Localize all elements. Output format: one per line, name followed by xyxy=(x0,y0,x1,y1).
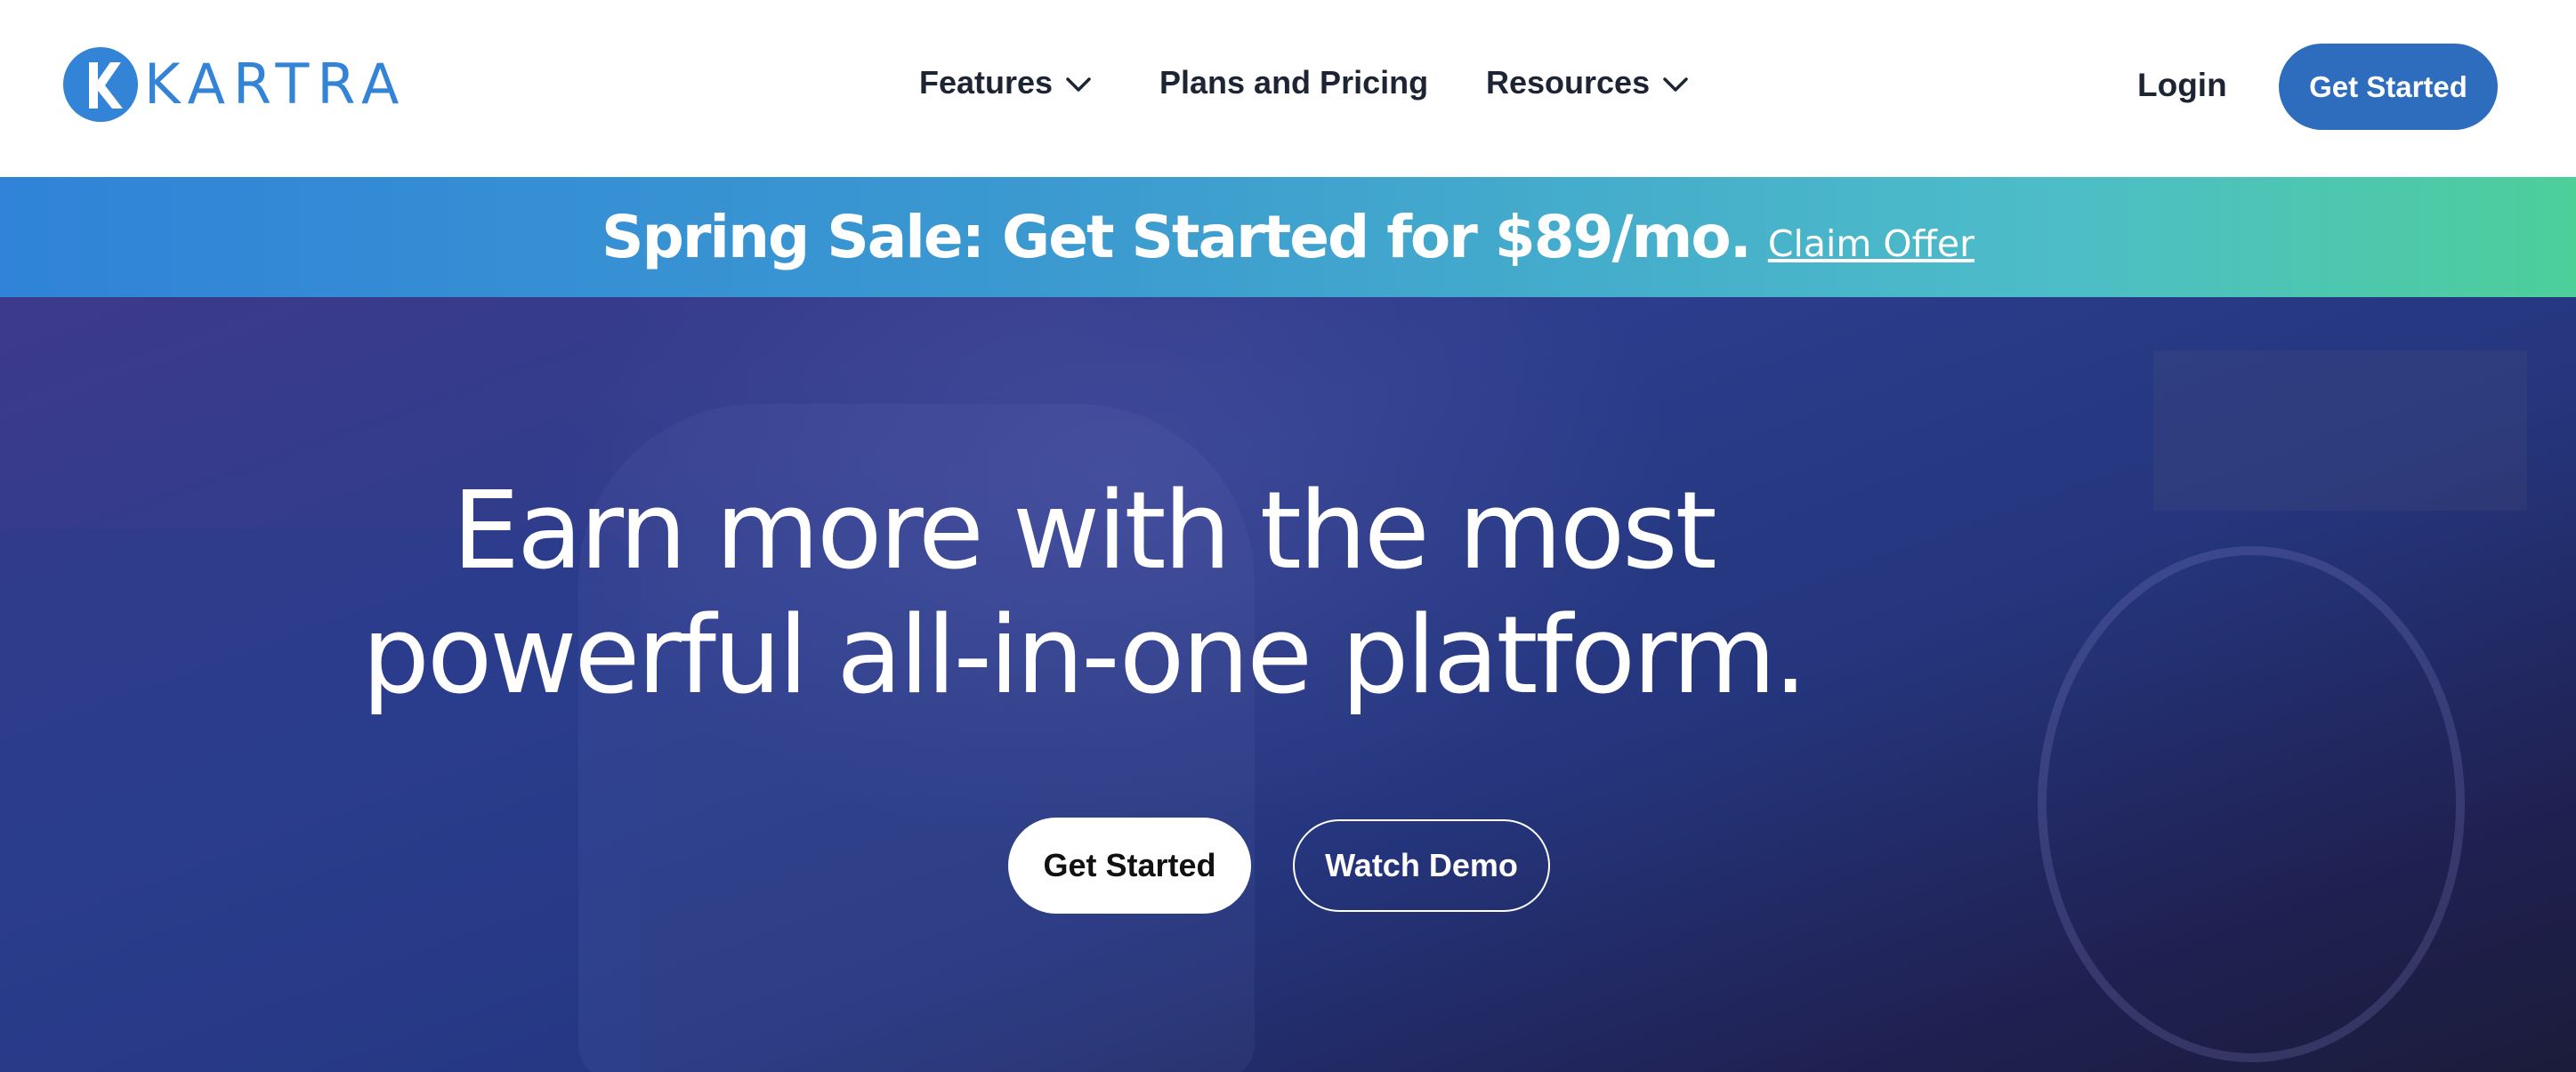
nav-item-features[interactable]: Features xyxy=(919,52,1092,114)
kartra-k-icon xyxy=(63,47,138,122)
watch-demo-button[interactable]: Watch Demo xyxy=(1293,819,1550,912)
logo-wordmark: KARTRA xyxy=(144,52,408,117)
kartra-logo[interactable]: KARTRA xyxy=(62,46,407,123)
header-get-started-button[interactable]: Get Started xyxy=(2279,44,2498,130)
chevron-down-icon xyxy=(1065,64,1092,101)
hero-section: Earn more with the most powerful all-in-… xyxy=(0,297,2576,1072)
hero-headline: Earn more with the most powerful all-in-… xyxy=(0,470,2576,719)
hero-headline-line-1: Earn more with the most xyxy=(452,470,1716,593)
nav-item-resources-label: Resources xyxy=(1486,64,1651,101)
promo-banner: Spring Sale: Get Started for $89/mo. Cla… xyxy=(0,177,2576,297)
claim-offer-link[interactable]: Claim Offer xyxy=(1768,222,1974,265)
nav-item-resources[interactable]: Resources xyxy=(1486,52,1689,114)
nav-item-features-label: Features xyxy=(919,64,1054,101)
nav-item-plans-and-pricing[interactable]: Plans and Pricing xyxy=(1159,52,1428,114)
site-header: KARTRA Features Plans and Pricing Resour… xyxy=(0,0,2576,177)
promo-text: Spring Sale: Get Started for $89/mo. xyxy=(602,203,1752,271)
hero-get-started-button[interactable]: Get Started xyxy=(1008,818,1251,914)
nav-item-pricing-label: Plans and Pricing xyxy=(1159,64,1429,101)
login-link[interactable]: Login xyxy=(2137,53,2227,117)
hero-headline-line-2: powerful all-in-one platform. xyxy=(361,594,1808,718)
chevron-down-icon xyxy=(1662,64,1689,101)
